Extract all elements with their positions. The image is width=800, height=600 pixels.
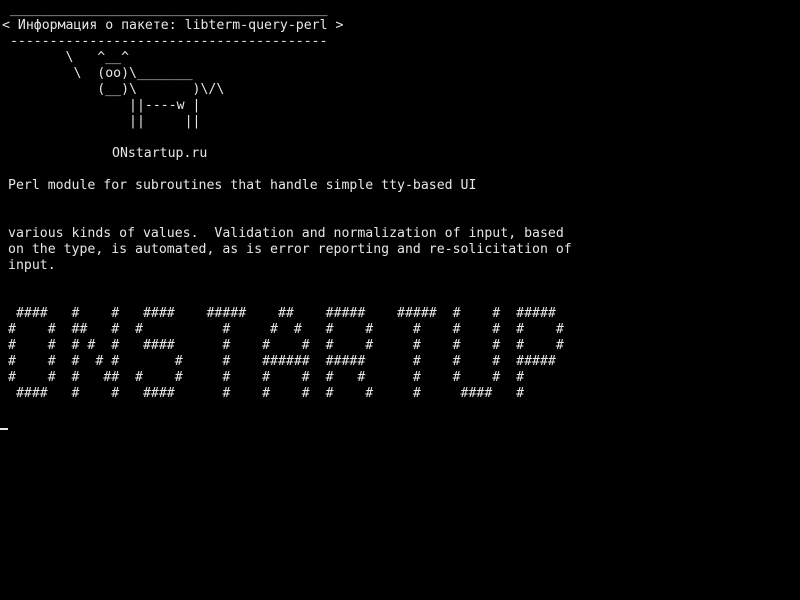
onstartup-ascii-banner: #### # # #### ##### ## ##### ##### # # #…	[8, 306, 564, 401]
package-description: various kinds of values. Validation and …	[8, 226, 572, 273]
terminal-console[interactable]: ________________________________________…	[0, 0, 800, 600]
text-cursor	[0, 428, 8, 430]
speech-bubble-bottom-border: ----------------------------------------	[2, 34, 328, 49]
cow-ascii-art: \ ^__^ \ (oo)\_______ (__)\ )\/\ ||----w…	[65, 50, 225, 129]
speech-bubble: ________________________________________…	[2, 2, 343, 50]
package-summary: Perl module for subroutines that handle …	[8, 178, 477, 193]
speech-bubble-top-border: ________________________________________	[2, 2, 328, 17]
speech-bubble-text: < Информация о пакете: libterm-query-per…	[2, 18, 344, 33]
site-label: ONstartup.ru	[112, 146, 208, 161]
